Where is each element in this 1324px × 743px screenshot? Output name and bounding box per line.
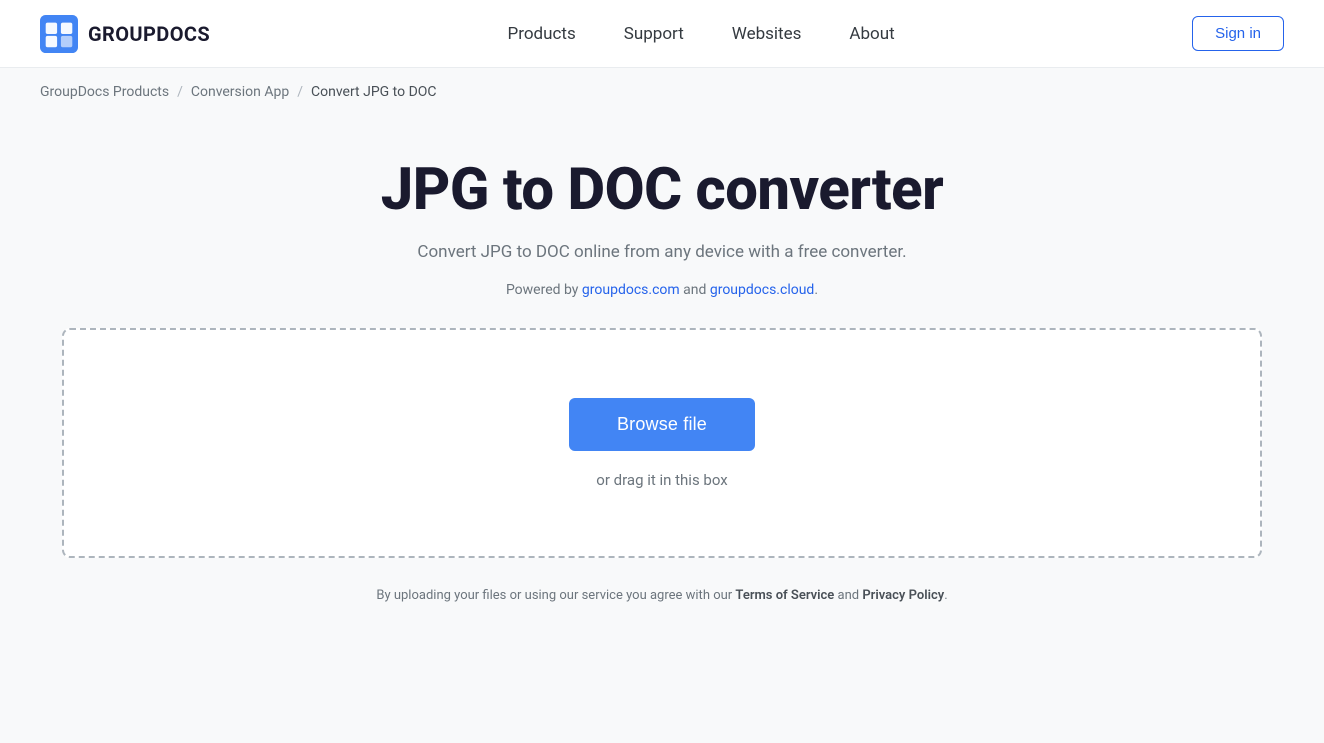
footer-suffix: . xyxy=(944,588,947,603)
page-subtitle: Convert JPG to DOC online from any devic… xyxy=(417,242,906,262)
footer-note: By uploading your files or using our ser… xyxy=(376,588,947,603)
privacy-link[interactable]: Privacy Policy xyxy=(862,588,944,603)
powered-by-suffix: . xyxy=(814,282,818,298)
nav-support[interactable]: Support xyxy=(624,24,684,44)
footer-prefix: By uploading your files or using our ser… xyxy=(376,588,735,603)
breadcrumb: GroupDocs Products / Conversion App / Co… xyxy=(0,68,1324,116)
header: GROUPDOCS Products Support Websites Abou… xyxy=(0,0,1324,68)
groupdocs-cloud-link[interactable]: groupdocs.cloud xyxy=(710,282,815,298)
logo[interactable]: GROUPDOCS xyxy=(40,15,210,53)
nav-products[interactable]: Products xyxy=(508,24,576,44)
main-content: JPG to DOC converter Convert JPG to DOC … xyxy=(0,116,1324,633)
footer-middle: and xyxy=(834,588,862,603)
main-nav: Products Support Websites About xyxy=(508,24,895,44)
browse-file-button[interactable]: Browse file xyxy=(569,398,755,451)
groupdocs-com-link[interactable]: groupdocs.com xyxy=(582,282,680,298)
nav-about[interactable]: About xyxy=(849,24,894,44)
drag-hint: or drag it in this box xyxy=(596,471,727,489)
groupdocs-logo-icon xyxy=(40,15,78,53)
powered-by-prefix: Powered by xyxy=(506,282,582,298)
breadcrumb-groupdocs-products[interactable]: GroupDocs Products xyxy=(40,84,169,100)
tos-link[interactable]: Terms of Service xyxy=(735,588,834,603)
powered-by-middle: and xyxy=(680,282,710,298)
breadcrumb-sep-1: / xyxy=(177,84,183,100)
powered-by: Powered by groupdocs.com and groupdocs.c… xyxy=(506,282,818,298)
breadcrumb-sep-2: / xyxy=(297,84,303,100)
logo-text: GROUPDOCS xyxy=(88,22,210,46)
breadcrumb-current: Convert JPG to DOC xyxy=(311,84,436,100)
sign-in-button[interactable]: Sign in xyxy=(1192,16,1284,51)
page-title: JPG to DOC converter xyxy=(381,156,943,224)
nav-websites[interactable]: Websites xyxy=(732,24,802,44)
breadcrumb-conversion-app[interactable]: Conversion App xyxy=(191,84,289,100)
drop-zone[interactable]: Browse file or drag it in this box xyxy=(62,328,1262,558)
